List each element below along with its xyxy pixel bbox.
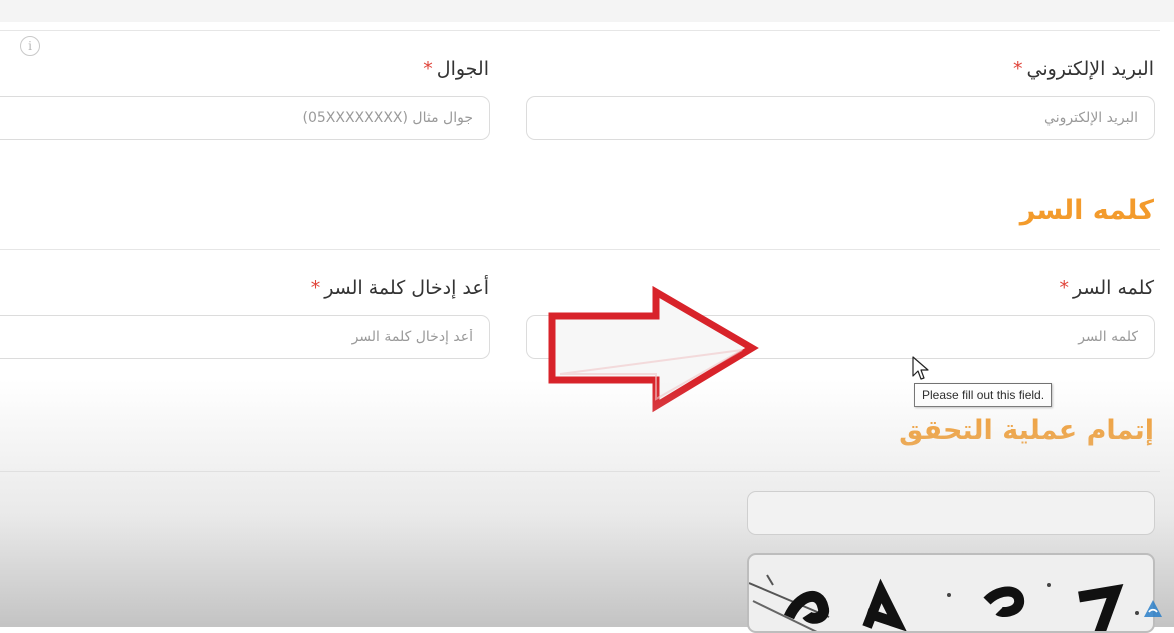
confirm-password-input[interactable] <box>0 315 490 359</box>
channel-logo-icon <box>1144 600 1162 617</box>
password-label: كلمه السر* <box>1059 277 1154 299</box>
required-mark: * <box>1013 58 1023 80</box>
top-divider <box>0 30 1160 31</box>
email-label: البريد الإلكتروني* <box>1013 58 1154 80</box>
info-icon[interactable]: i <box>20 36 40 56</box>
email-label-text: البريد الإلكتروني <box>1026 58 1155 80</box>
confirm-password-label: أعد إدخال كلمة السر* <box>311 277 489 299</box>
password-label-text: كلمه السر <box>1072 277 1154 299</box>
required-mark: * <box>310 277 321 299</box>
validation-tooltip: Please fill out this field. <box>914 383 1053 407</box>
red-arrow-annotation <box>548 286 759 413</box>
mouse-cursor <box>912 356 929 380</box>
mobile-input[interactable] <box>0 96 490 140</box>
confirm-password-label-text: أعد إدخال كلمة السر <box>324 277 489 299</box>
captcha-input[interactable] <box>747 491 1155 535</box>
mobile-label: الجوال* <box>423 58 489 80</box>
required-mark: * <box>1059 277 1069 299</box>
captcha-image <box>747 553 1155 633</box>
verification-section-title: إتمام عملية التحقق <box>899 415 1154 446</box>
required-mark: * <box>423 58 433 80</box>
section-divider <box>0 471 1160 472</box>
password-section-title: كلمه السر <box>1019 195 1154 226</box>
section-divider <box>0 249 1160 250</box>
mobile-label-text: الجوال <box>436 58 489 80</box>
captcha-glyphs-icon <box>749 574 1139 631</box>
email-input[interactable] <box>526 96 1155 140</box>
top-bar <box>0 0 1174 22</box>
